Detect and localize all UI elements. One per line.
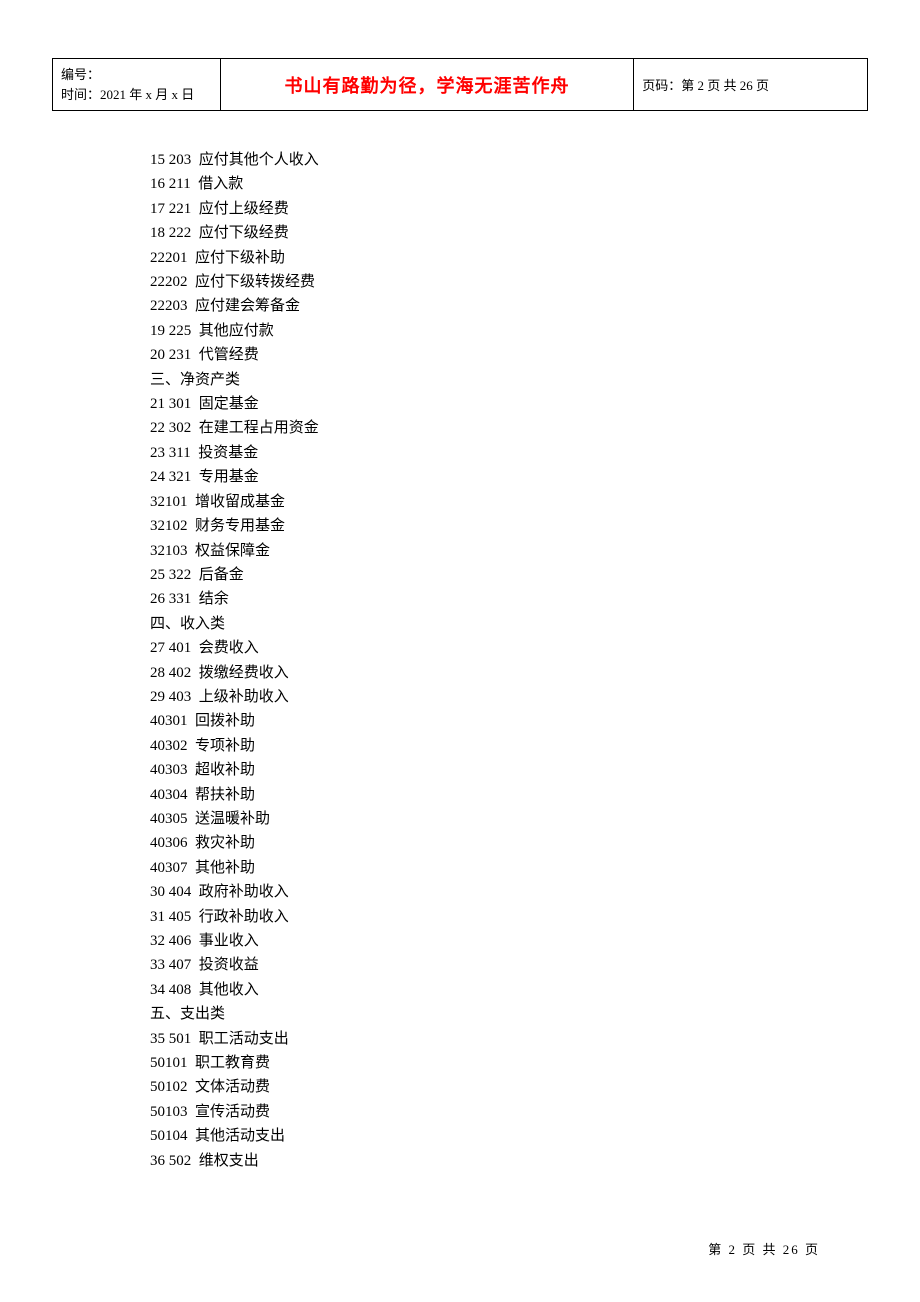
content-line: 36 502 维权支出 [150,1149,319,1173]
content-line: 40307 其他补助 [150,856,319,880]
content-line: 31 405 行政补助收入 [150,905,319,929]
content-line: 50101 职工教育费 [150,1051,319,1075]
header-center-cell: 书山有路勤为径，学海无涯苦作舟 [220,59,633,111]
header-left-cell: 编号： 时间：2021 年 x 月 x 日 [53,59,221,111]
content-line: 40304 帮扶补助 [150,783,319,807]
content-line: 20 231 代管经费 [150,343,319,367]
content-line: 25 322 后备金 [150,563,319,587]
content-line: 22201 应付下级补助 [150,246,319,270]
content-line: 50104 其他活动支出 [150,1124,319,1148]
content-line: 22203 应付建会筹备金 [150,294,319,318]
content-line: 22202 应付下级转拨经费 [150,270,319,294]
footer-page: 第 2 页 共 26 页 [708,1239,820,1258]
content-line: 40303 超收补助 [150,758,319,782]
content-line: 30 404 政府补助收入 [150,880,319,904]
content-line: 28 402 拨缴经费收入 [150,661,319,685]
content-line: 三、净资产类 [150,368,319,392]
content-line: 32 406 事业收入 [150,929,319,953]
content-line: 35 501 职工活动支出 [150,1027,319,1051]
content-line: 22 302 在建工程占用资金 [150,416,319,440]
content-line: 16 211 借入款 [150,172,319,196]
doc-time-label: 时间：2021 年 x 月 x 日 [61,85,212,105]
header-table: 编号： 时间：2021 年 x 月 x 日 书山有路勤为径，学海无涯苦作舟 页码… [52,58,868,111]
content-line: 29 403 上级补助收入 [150,685,319,709]
content-line: 五、支出类 [150,1002,319,1026]
content-line: 19 225 其他应付款 [150,319,319,343]
content-line: 24 321 专用基金 [150,465,319,489]
content-line: 40305 送温暖补助 [150,807,319,831]
content-line: 27 401 会费收入 [150,636,319,660]
header-page-code: 页码：第 2 页 共 26 页 [642,78,769,93]
content-line: 17 221 应付上级经费 [150,197,319,221]
content-line: 32103 权益保障金 [150,539,319,563]
content-line: 40306 救灾补助 [150,831,319,855]
content-line: 40301 回拨补助 [150,709,319,733]
header-right-cell: 页码：第 2 页 共 26 页 [634,59,868,111]
content-line: 18 222 应付下级经费 [150,221,319,245]
content-line: 21 301 固定基金 [150,392,319,416]
content-line: 50102 文体活动费 [150,1075,319,1099]
content-line: 32102 财务专用基金 [150,514,319,538]
content-line: 40302 专项补助 [150,734,319,758]
header-motto: 书山有路勤为径，学海无涯苦作舟 [285,76,570,96]
doc-number-label: 编号： [61,65,212,85]
content-line: 23 311 投资基金 [150,441,319,465]
content-line: 15 203 应付其他个人收入 [150,148,319,172]
content-line: 34 408 其他收入 [150,978,319,1002]
content-line: 四、收入类 [150,612,319,636]
content-line: 32101 增收留成基金 [150,490,319,514]
content-line: 50103 宣传活动费 [150,1100,319,1124]
content-line: 33 407 投资收益 [150,953,319,977]
content-line: 26 331 结余 [150,587,319,611]
content-list: 15 203 应付其他个人收入16 211 借入款17 221 应付上级经费18… [150,148,319,1173]
